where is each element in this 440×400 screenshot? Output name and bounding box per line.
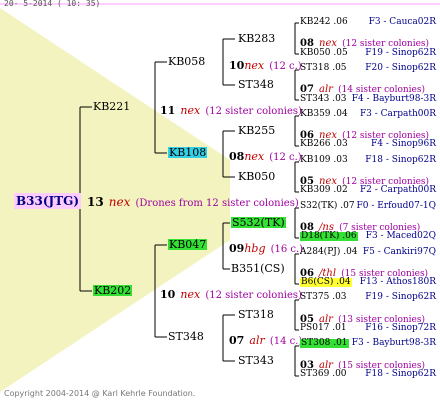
num: 08: [229, 150, 245, 163]
desc: (14 c.): [269, 336, 303, 347]
root-node[interactable]: B33(JTG): [14, 192, 82, 209]
leaf-source: F4 - Bayburt98-3R: [351, 94, 436, 104]
root-nex: nex: [108, 195, 131, 209]
leaf-source: F20 - Sinop62R: [365, 63, 436, 73]
desc: (12 sister colonies): [205, 290, 302, 301]
desc: (12 sister colonies): [205, 106, 302, 117]
nex: nex: [180, 104, 201, 117]
kb047-nex-line: 09hbg (16 c.): [229, 239, 303, 255]
kb108-nex-line: 08nex (12 c.): [229, 147, 302, 163]
nex: nex: [180, 288, 201, 301]
kb221-nex-line: 11 nex (12 sister colonies): [160, 101, 302, 117]
num: 09: [229, 242, 245, 255]
node-s532tk[interactable]: S532(TK): [231, 217, 286, 228]
desc: (12 c.): [269, 61, 302, 72]
leaf-id[interactable]: KB109 .03: [300, 156, 348, 165]
num: 10: [160, 288, 176, 301]
node-kb202[interactable]: KB202: [93, 285, 133, 296]
leaf-id[interactable]: ST375 .03: [300, 293, 347, 302]
leaf-source: F0 - Erfoud07-1Q: [356, 201, 436, 211]
node-st348[interactable]: ST348: [238, 79, 274, 90]
node-kb050[interactable]: KB050: [238, 171, 275, 182]
leaf-source: F2 - Carpath00R: [359, 185, 436, 195]
leaf-id[interactable]: ST308 .01: [300, 339, 349, 348]
leaf-source: F18 - Sinop62R: [365, 369, 436, 379]
node-kb058[interactable]: KB058: [168, 56, 205, 67]
st348-nex-line: 07 alr (14 c.): [229, 331, 302, 347]
node-b351cs[interactable]: B351(CS): [231, 263, 285, 274]
leaf-id[interactable]: A284(PJ) .04: [300, 248, 358, 257]
leaf-source: F19 - Sinop62R: [365, 292, 436, 302]
kb202-nex-line: 10 nex (12 sister colonies): [160, 285, 302, 301]
leaf-source: F3 - Carpath00R: [359, 109, 436, 119]
leaf-source: F13 - Athos180R: [359, 277, 436, 287]
node-st318[interactable]: ST318: [238, 309, 274, 320]
copyright: Copyright 2004-2014 @ Karl Kehrle Founda…: [4, 389, 196, 398]
leaf-id[interactable]: ST343 .03: [300, 95, 347, 104]
desc: (16 c.): [270, 244, 304, 255]
leaf-id[interactable]: ST318 .05: [300, 64, 347, 73]
leaf-id[interactable]: D18(TK) .06: [300, 232, 358, 241]
leaf-id[interactable]: KB050 .05: [300, 49, 348, 58]
num: 11: [160, 104, 176, 117]
leaf-source: F3 - Maced02Q: [365, 231, 436, 241]
nex: nex: [244, 150, 265, 163]
leaf-id[interactable]: KB309 .02: [300, 186, 348, 195]
kb058-nex-line: 10nex (12 c.): [229, 56, 302, 72]
leaf-nex-line: 08 nex (12 sister colonies): [300, 33, 429, 49]
nex: hbg: [244, 242, 266, 255]
leaf-id[interactable]: KB359 .04: [300, 110, 348, 119]
leaf-id[interactable]: B6(CS) .04: [300, 278, 352, 287]
nex: nex: [244, 59, 265, 72]
nex: alr: [249, 334, 265, 347]
node-st343[interactable]: ST343: [238, 355, 274, 366]
timestamp: 20- 5-2014 ( 10: 35): [4, 0, 101, 8]
leaf-id[interactable]: KB242 .06: [300, 18, 348, 27]
leaf-source: F4 - Sinop96R: [371, 139, 436, 149]
leaf-source: F5 - Cankiri97Q: [362, 247, 436, 257]
leaf-source: F19 - Sinop62R: [365, 48, 436, 58]
leaf-id[interactable]: KB266 .03: [300, 140, 348, 149]
node-kb108[interactable]: KB108: [168, 147, 208, 158]
num: 10: [229, 59, 245, 72]
root-name: B33(JTG): [14, 193, 82, 209]
node-kb283[interactable]: KB283: [238, 33, 275, 44]
num: 07: [229, 334, 245, 347]
leaf-id[interactable]: PS017 .01: [300, 324, 347, 333]
leaf-source: F16 - Sinop72R: [365, 323, 436, 333]
root-nex-line: 13 nex (Drones from 12 sister colonies): [87, 193, 299, 209]
desc: (12 c.): [269, 152, 302, 163]
node-kb255[interactable]: KB255: [238, 125, 275, 136]
root-desc: (Drones from 12 sister colonies): [135, 198, 299, 209]
node-kb047[interactable]: KB047: [168, 239, 208, 250]
pedigree-chart: 20- 5-2014 ( 10: 35) B33(JTG) 13 nex (Dr…: [0, 0, 440, 400]
leaf-nex-line: 07 alr (14 sister colonies): [300, 79, 425, 95]
leaf-id[interactable]: S32(TK) .07: [300, 202, 355, 211]
node-kb221[interactable]: KB221: [93, 101, 130, 112]
leaf-source: F3 - Cauca02R: [368, 17, 436, 27]
node-st348-l2[interactable]: ST348: [168, 331, 204, 342]
leaf-id[interactable]: ST369 .00: [300, 370, 347, 379]
root-num: 13: [87, 195, 104, 209]
leaf-source: F3 - Bayburt98-3R: [351, 338, 436, 348]
leaf-source: F18 - Sinop62R: [365, 155, 436, 165]
